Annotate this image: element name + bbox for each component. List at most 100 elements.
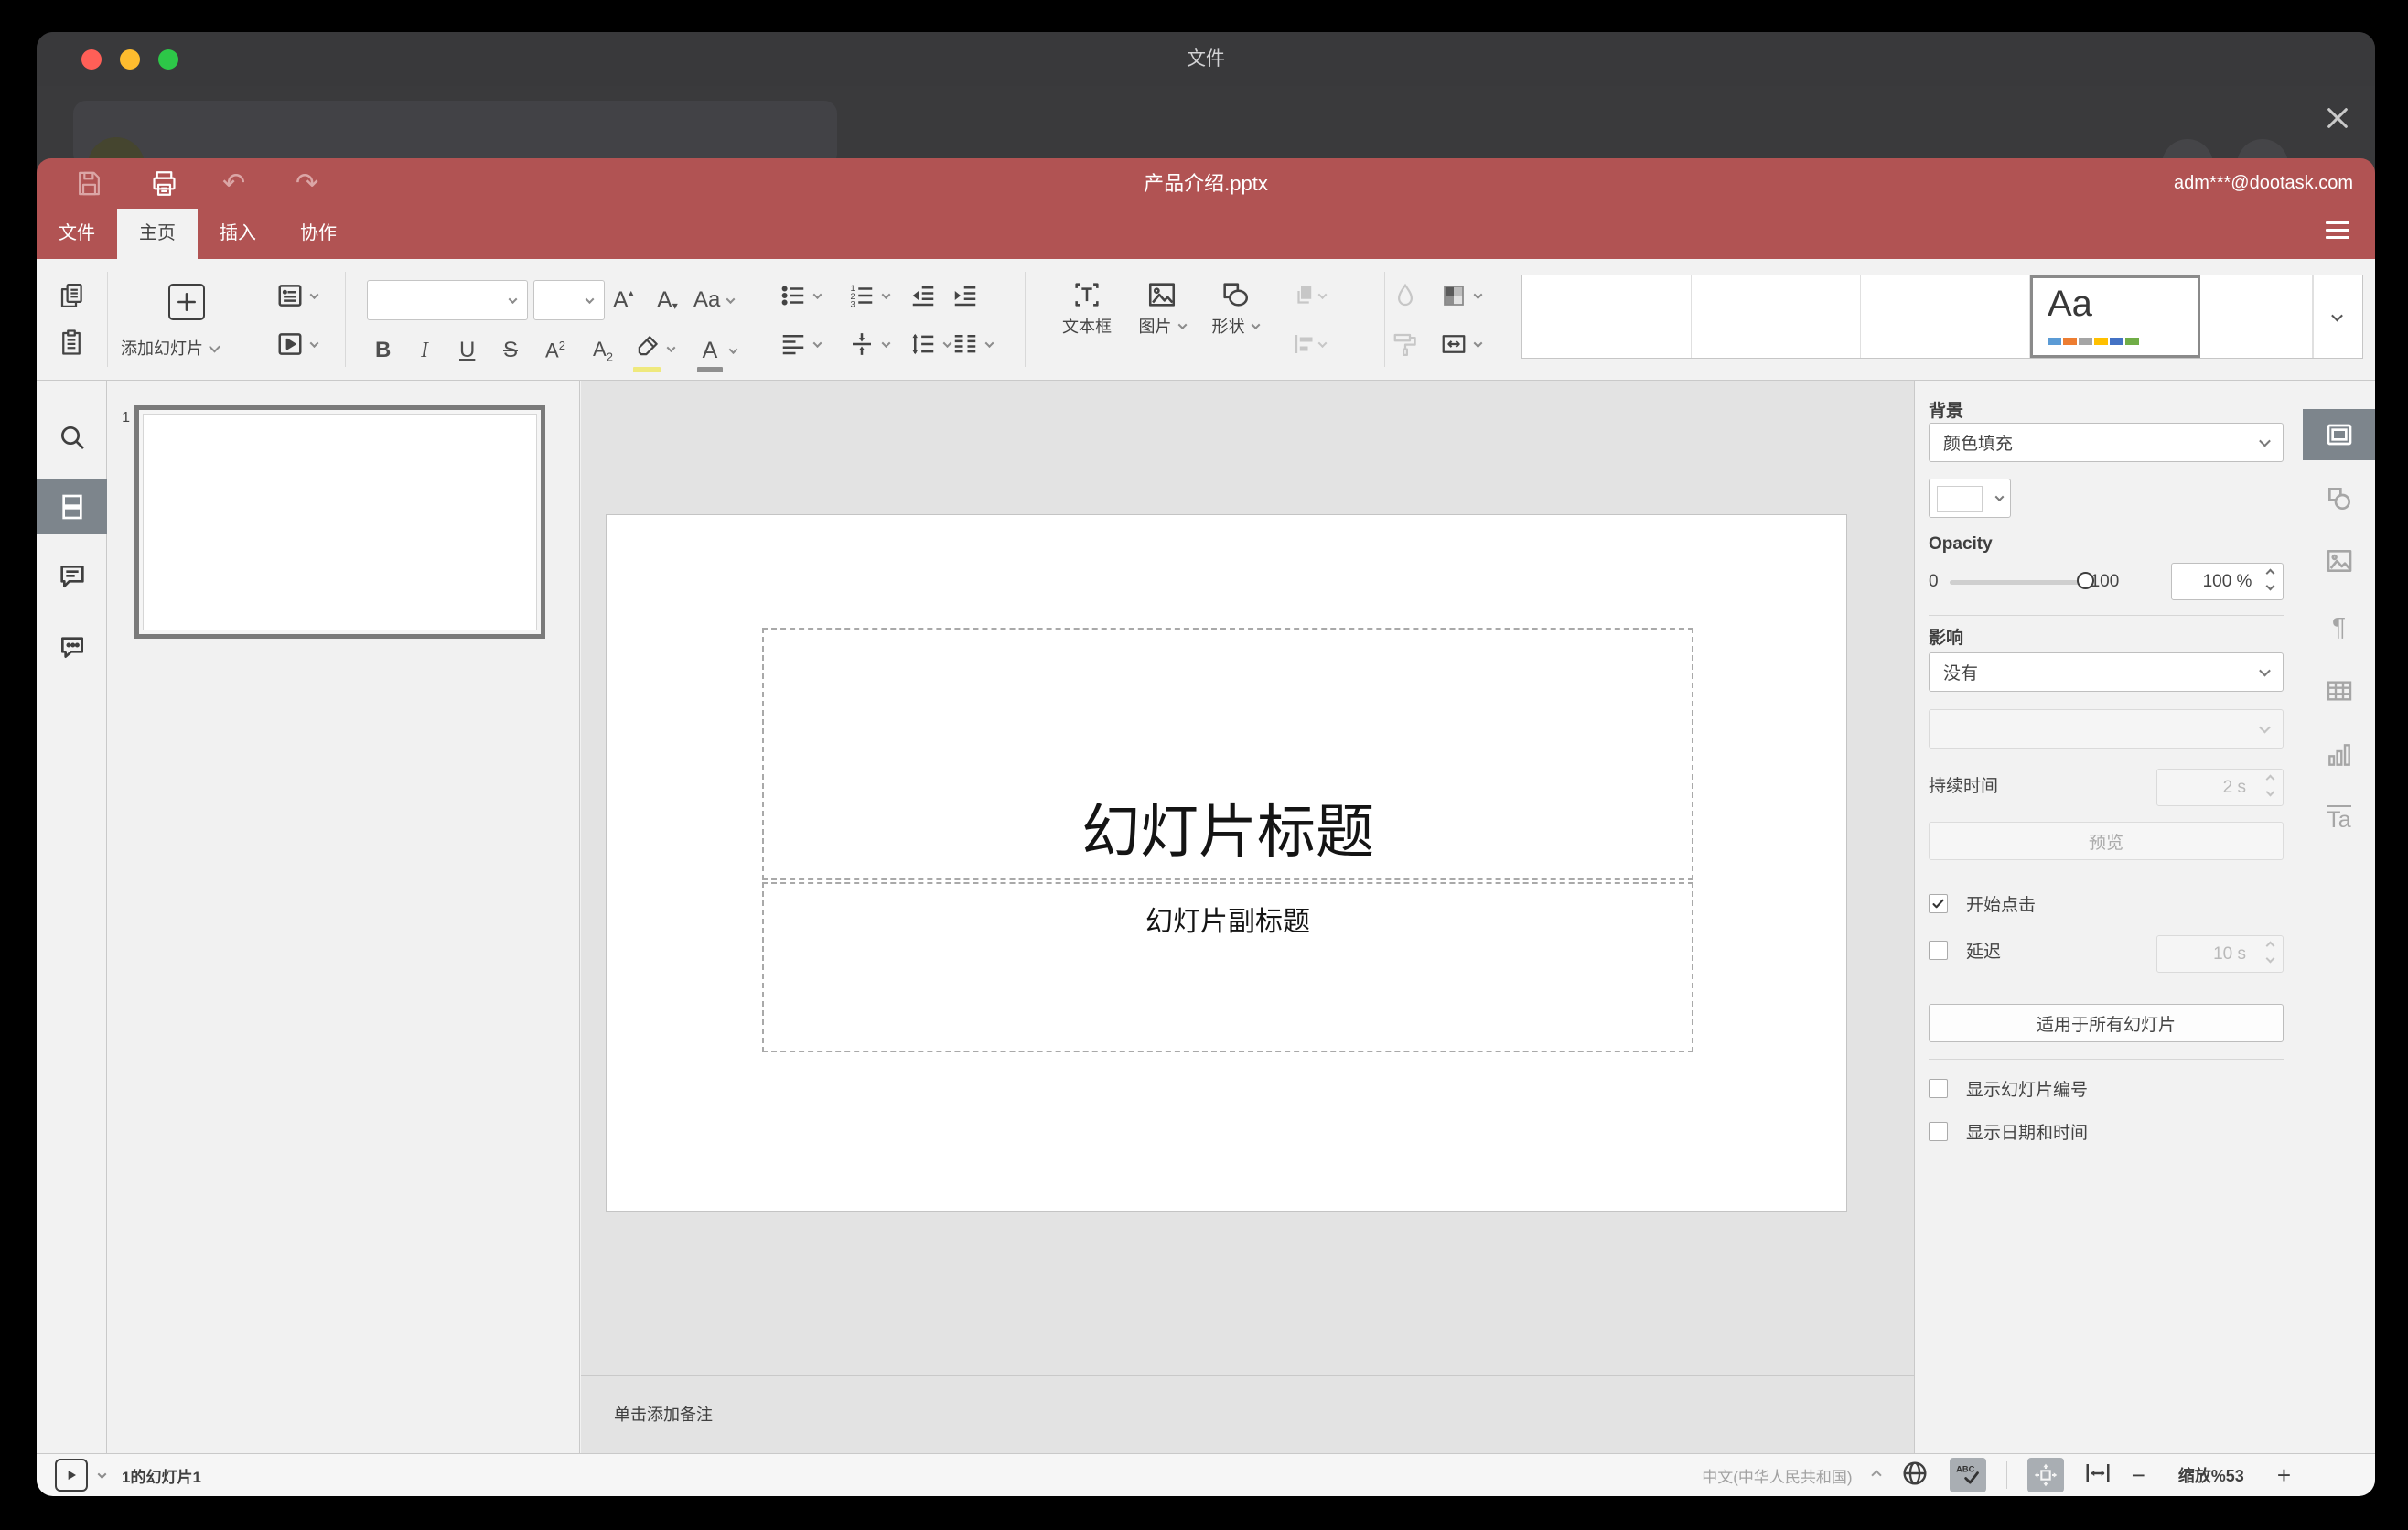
zoom-in-button[interactable]: +: [2277, 1463, 2291, 1487]
fit-to-slide-button[interactable]: [2026, 1458, 2064, 1492]
slide-surface[interactable]: 幻灯片标题 幻灯片副标题: [606, 514, 1847, 1212]
highlight-color-button[interactable]: [633, 330, 676, 372]
host-app-strip: [37, 86, 2375, 158]
slides-panel-icon[interactable]: [37, 479, 107, 534]
delay-spinner[interactable]: 10 s: [2156, 935, 2284, 973]
slideshow-options-icon[interactable]: [97, 1469, 107, 1479]
down-arrow-icon: ▾: [672, 299, 678, 312]
bold-button[interactable]: B: [375, 332, 391, 369]
background-panel: [73, 101, 837, 158]
left-sidebar: [37, 381, 107, 1453]
arrange-shape-button[interactable]: [1292, 282, 1328, 309]
theme-thumbnail[interactable]: [1522, 275, 1692, 358]
start-slideshow-status-button[interactable]: [55, 1459, 88, 1492]
apply-to-all-slides-button[interactable]: 适用于所有幻灯片: [1929, 1004, 2284, 1042]
decrease-indent-button[interactable]: [909, 282, 937, 309]
line-spacing-button[interactable]: [909, 330, 952, 358]
theme-thumbnail[interactable]: [1861, 275, 2030, 358]
effect-select[interactable]: 没有: [1929, 652, 2284, 692]
image-settings-icon[interactable]: [2303, 539, 2375, 583]
set-language-icon[interactable]: [1900, 1459, 1930, 1492]
font-size-select[interactable]: [533, 280, 605, 320]
theme-thumbnail[interactable]: [2200, 275, 2313, 358]
fill-color-swatch[interactable]: [1929, 479, 2011, 518]
theme-color-chip: [2125, 338, 2139, 345]
vertical-align-button[interactable]: [848, 330, 891, 358]
slide-thumbnail-selected[interactable]: [134, 405, 545, 639]
comments-icon[interactable]: [37, 556, 107, 597]
opacity-value-spinner[interactable]: 100 %: [2171, 563, 2284, 600]
editor-header: ↶ ↷ 产品介绍.pptx adm***@dootask.com 文件 主页 插…: [37, 158, 2375, 259]
increase-font-button[interactable]: A ▴: [613, 280, 634, 320]
zoom-out-button[interactable]: −: [2132, 1463, 2145, 1487]
italic-button[interactable]: I: [421, 332, 428, 369]
font-name-select[interactable]: [367, 280, 528, 320]
slide-settings-icon[interactable]: [2303, 409, 2375, 460]
language-caret-icon[interactable]: [1870, 1470, 1882, 1481]
chat-icon[interactable]: [37, 627, 107, 667]
delay-checkbox[interactable]: [1929, 941, 1948, 960]
font-color-button[interactable]: A: [697, 332, 738, 372]
language-selector[interactable]: 中文(中华人民共和国): [1702, 1464, 1852, 1487]
shape-settings-icon[interactable]: [2303, 477, 2375, 521]
start-slideshow-button[interactable]: [276, 330, 319, 358]
align-shape-button[interactable]: [1292, 330, 1328, 358]
horizontal-align-button[interactable]: [779, 330, 822, 358]
fit-to-width-button[interactable]: [2084, 1460, 2112, 1492]
slide-title-placeholder[interactable]: 幻灯片标题: [762, 628, 1693, 880]
tab-insert[interactable]: 插入: [198, 209, 278, 259]
fill-type-select[interactable]: 颜色填充: [1929, 423, 2284, 462]
notes-placeholder[interactable]: 单击添加备注: [614, 1402, 713, 1426]
close-icon[interactable]: [2325, 105, 2350, 131]
columns-button[interactable]: [951, 330, 994, 358]
opacity-label: Opacity: [1929, 534, 1993, 554]
document-title: 产品介绍.pptx: [1144, 172, 1268, 195]
theme-thumbnail-selected[interactable]: Aa: [2030, 275, 2200, 358]
tab-file[interactable]: 文件: [37, 209, 117, 259]
notes-area[interactable]: 单击添加备注: [581, 1375, 1914, 1453]
copy-button[interactable]: [58, 282, 85, 309]
numbered-list-button[interactable]: 1 2 3: [848, 282, 891, 309]
textart-settings-icon[interactable]: Ta: [2303, 797, 2375, 841]
preview-button[interactable]: 预览: [1929, 822, 2284, 860]
effect-type-select[interactable]: [1929, 709, 2284, 749]
color-scheme-button[interactable]: [1440, 282, 1483, 309]
opacity-slider[interactable]: [1949, 571, 2094, 589]
increase-indent-button[interactable]: [951, 282, 979, 309]
change-case-button[interactable]: Aa: [693, 280, 736, 320]
bullet-list-button[interactable]: [779, 282, 822, 309]
slide-subtitle-placeholder[interactable]: 幻灯片副标题: [762, 882, 1693, 1052]
insert-textbox-button[interactable]: 文本框: [1047, 259, 1127, 381]
show-date-time-checkbox[interactable]: [1929, 1122, 1948, 1141]
paste-button[interactable]: [58, 329, 85, 356]
start-on-click-checkbox[interactable]: [1929, 894, 1948, 913]
show-slide-number-checkbox[interactable]: [1929, 1079, 1948, 1098]
slide-layout-button[interactable]: [276, 282, 319, 309]
add-slide-button[interactable]: [168, 284, 205, 320]
underline-button[interactable]: U: [459, 332, 475, 369]
subscript-button[interactable]: A2: [593, 332, 613, 369]
show-date-time-label: 显示日期和时间: [1966, 1124, 2089, 1143]
strikethrough-button[interactable]: S: [503, 332, 518, 369]
decrease-font-button[interactable]: A ▾: [657, 280, 678, 320]
duration-spinner[interactable]: 2 s: [2156, 769, 2284, 806]
table-settings-icon[interactable]: [2303, 669, 2375, 713]
slide-size-button[interactable]: [1440, 330, 1483, 358]
add-slide-dropdown[interactable]: 添加幻灯片: [121, 336, 267, 360]
tab-home[interactable]: 主页: [117, 209, 198, 259]
insert-shape-button[interactable]: 形状: [1200, 259, 1270, 381]
spellcheck-toggle[interactable]: ABC: [1949, 1458, 1986, 1492]
superscript-button[interactable]: A2: [545, 332, 565, 369]
opacity-slider-knob[interactable]: [2076, 571, 2094, 589]
chart-settings-icon[interactable]: [2303, 733, 2375, 777]
paragraph-settings-icon[interactable]: ¶: [2303, 605, 2375, 649]
theme-gallery-expand-button[interactable]: [2313, 275, 2360, 358]
insert-image-button[interactable]: 图片: [1127, 259, 1197, 381]
main-area: 1 幻灯片标题 幻灯片副标题 单击添加备注 背景 颜色填充 Opacity 0 …: [37, 381, 2375, 1453]
tab-collaborate[interactable]: 协作: [278, 209, 359, 259]
theme-thumbnail[interactable]: [1692, 275, 1861, 358]
copy-style-icon[interactable]: [1392, 330, 1419, 358]
menu-icon[interactable]: [2326, 221, 2349, 243]
clear-style-icon[interactable]: [1392, 282, 1419, 309]
search-icon[interactable]: [37, 417, 107, 458]
